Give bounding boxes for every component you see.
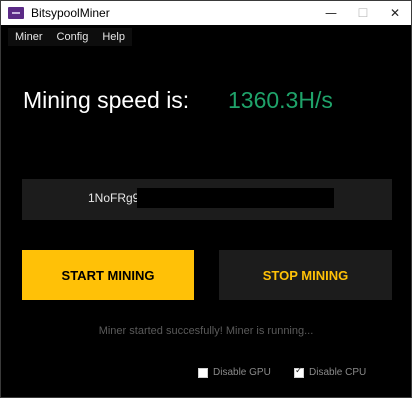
mining-speed-value: 1360.3H/s (228, 87, 333, 113)
mining-speed-label: Mining speed is: (23, 87, 190, 113)
miner-window: BitsypoolMiner — ☐ ✕ Miner Config Help M… (0, 0, 412, 398)
minimize-button[interactable]: — (315, 1, 347, 25)
menu-help[interactable]: Help (95, 28, 132, 46)
wallet-address-text: 1NoFRg9 (88, 191, 140, 205)
status-message: Miner started succesfully! Miner is runn… (98, 325, 314, 337)
close-button[interactable]: ✕ (379, 1, 411, 25)
stop-mining-button[interactable]: STOP MINING (219, 250, 392, 300)
app-icon (8, 7, 24, 19)
menu-config[interactable]: Config (50, 28, 96, 46)
disable-cpu-label: Disable CPU (309, 367, 367, 378)
maximize-button[interactable]: ☐ (347, 1, 379, 25)
disable-cpu-option[interactable]: Disable CPU (294, 366, 367, 378)
disable-cpu-checkbox[interactable] (294, 366, 304, 378)
redacted-address-overlay (137, 188, 334, 208)
disable-gpu-option[interactable]: Disable GPU (198, 367, 271, 378)
disable-gpu-checkbox[interactable] (198, 367, 208, 378)
menu-miner[interactable]: Miner (8, 28, 50, 46)
menu-bar: Miner Config Help (8, 28, 132, 46)
window-controls: — ☐ ✕ (315, 1, 411, 25)
disable-gpu-label: Disable GPU (213, 367, 271, 378)
window-title: BitsypoolMiner (31, 6, 110, 20)
start-mining-button[interactable]: START MINING (22, 250, 194, 300)
title-bar[interactable]: BitsypoolMiner — ☐ ✕ (1, 1, 411, 25)
wallet-address-field[interactable]: 1NoFRg9 (22, 179, 392, 220)
